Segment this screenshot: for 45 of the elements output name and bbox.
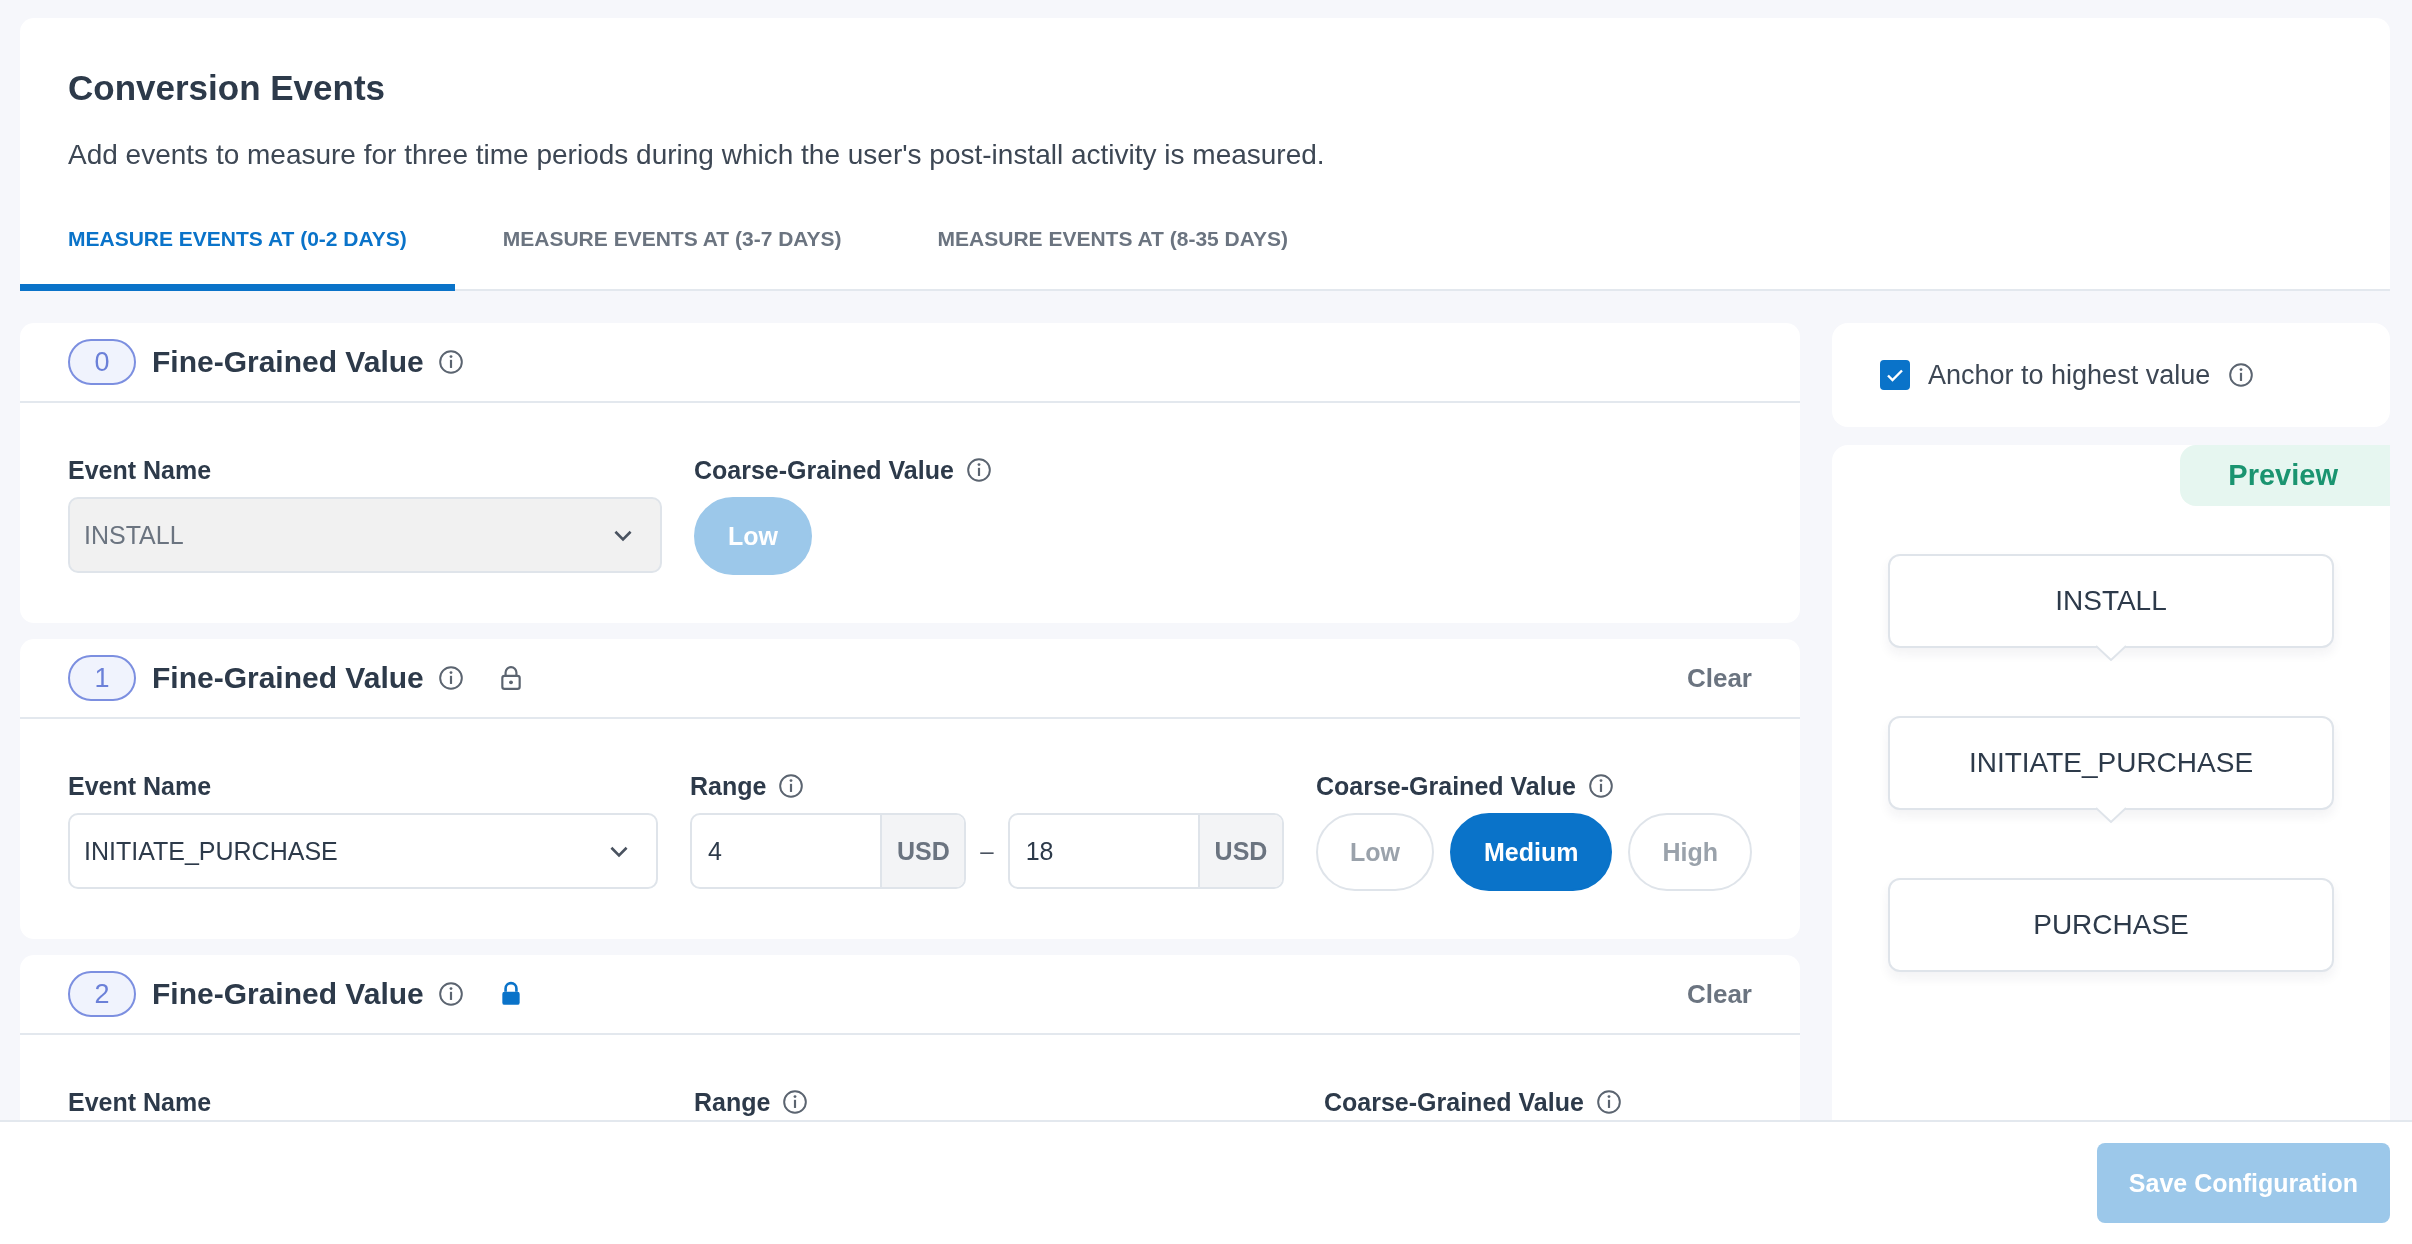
event-node: INITIATE_PURCHASE [1888,716,2334,810]
info-icon[interactable] [437,665,464,691]
card-title: Fine-Grained Value [152,345,424,379]
range-to-field[interactable]: 18 USD [1007,813,1284,889]
index-badge: 1 [68,655,136,701]
info-icon[interactable] [778,773,805,799]
preview-tag: Preview [2180,445,2390,506]
field-label: Range [690,771,1284,801]
info-icon[interactable] [2228,362,2255,388]
field-label: Range [694,1087,1292,1117]
coarse-value-option[interactable]: High [1628,813,1752,891]
field-label: Event Name [68,455,213,485]
event-node: INSTALL [1888,554,2334,648]
checkbox[interactable] [1880,360,1910,390]
card-title: Fine-Grained Value [152,661,424,695]
info-icon[interactable] [1587,773,1614,799]
event-dropdown[interactable]: INITIATE_PURCHASE [68,813,658,889]
index-badge: 2 [68,971,136,1017]
event-node: PURCHASE [1888,878,2334,972]
tab[interactable]: MEASURE EVENTS AT (3-7 DAYS) [454,211,890,291]
field-label: Coarse-Grained Value [694,455,992,485]
field-label: Coarse-Grained Value [1324,1087,1622,1117]
info-icon[interactable] [782,1089,809,1115]
page-title: Conversion Events [67,67,387,108]
info-icon[interactable] [1595,1089,1622,1115]
field-label: Event Name [68,1087,213,1117]
clear-button[interactable]: Clear [1686,974,1752,1014]
info-icon[interactable] [437,349,464,375]
coarse-value-option[interactable]: Low [1316,813,1434,891]
index-badge: 0 [68,339,136,385]
field-label: Event Name [68,771,213,801]
checkbox-label: Anchor to highest value [1928,359,2211,391]
info-icon[interactable] [437,981,464,1007]
page-description: Add events to measure for three time periods during which the user's post-install activity is measured. [68,139,1326,171]
range-from-field[interactable]: 4 USD [690,813,967,889]
callout-pointer [2096,807,2126,823]
range-separator: – [980,837,994,865]
info-icon[interactable] [965,457,992,483]
callout-pointer [2096,645,2126,661]
field-label: Coarse-Grained Value [1316,771,1752,801]
tab[interactable]: MEASURE EVENTS AT (0-2 DAYS) [20,211,455,291]
tab[interactable]: MEASURE EVENTS AT (8-35 DAYS) [889,211,1337,291]
card-title: Fine-Grained Value [152,977,424,1011]
clear-button[interactable]: Clear [1686,658,1752,698]
coarse-value-option[interactable]: Medium [1450,813,1613,891]
